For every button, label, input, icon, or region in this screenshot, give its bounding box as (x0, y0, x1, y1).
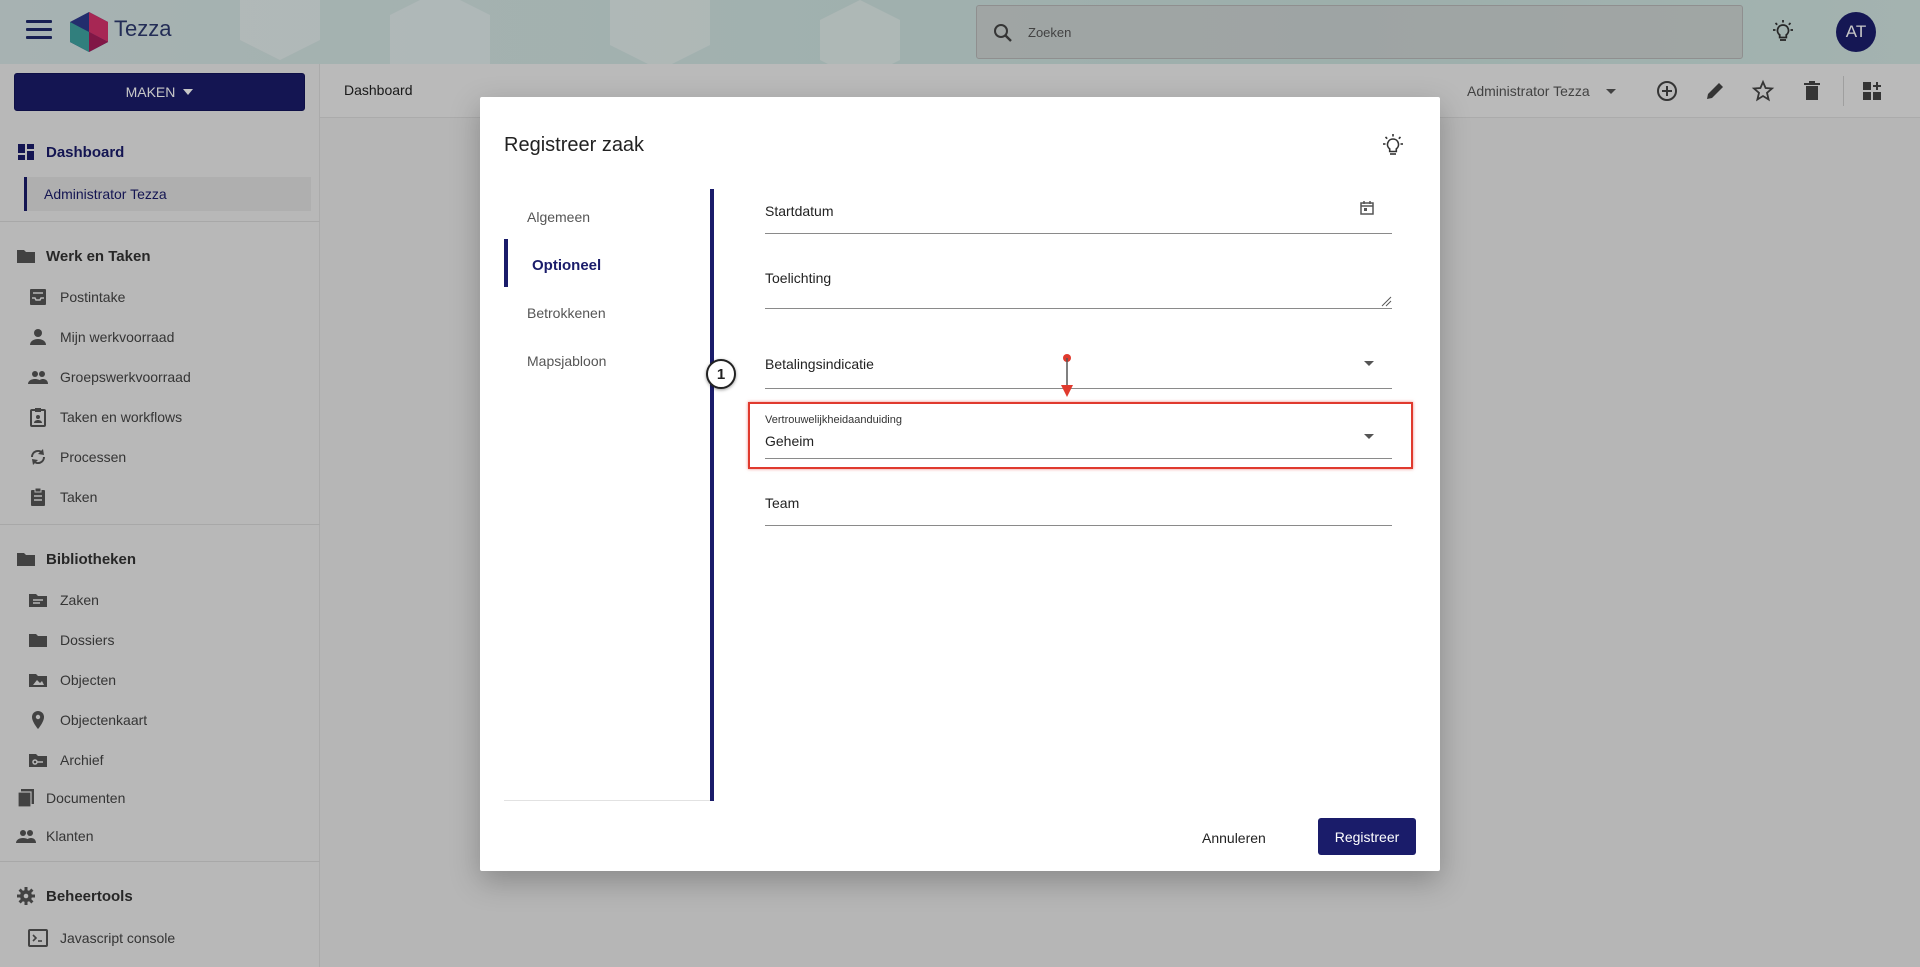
annotation-marker: 1 (706, 359, 736, 389)
team-select[interactable]: Team (765, 479, 1392, 526)
resize-handle-icon[interactable] (1380, 295, 1392, 307)
chevron-down-icon (1364, 361, 1374, 366)
lightbulb-icon[interactable] (1380, 133, 1406, 159)
team-label: Team (765, 495, 800, 511)
toelichting-textarea[interactable]: Toelichting (765, 255, 1392, 309)
betalingsindicatie-select[interactable]: Betalingsindicatie (765, 334, 1392, 389)
startdatum-label: Startdatum (765, 203, 834, 219)
betalingsindicatie-label: Betalingsindicatie (765, 356, 874, 372)
step-algemeen[interactable]: Algemeen (527, 209, 590, 225)
stepper-rail (710, 189, 714, 801)
step-betrokkenen[interactable]: Betrokkenen (527, 305, 606, 321)
startdatum-field[interactable]: Startdatum (765, 189, 1392, 234)
register-case-dialog: Registreer zaak Algemeen Optioneel Betro… (480, 97, 1440, 871)
calendar-icon[interactable] (1359, 200, 1375, 216)
highlight-box (748, 402, 1413, 469)
annotation-arrow (1061, 354, 1073, 397)
cancel-button[interactable]: Annuleren (1202, 830, 1266, 846)
step-optioneel[interactable]: Optioneel (532, 257, 601, 274)
step-mapsjabloon[interactable]: Mapsjabloon (527, 353, 606, 369)
toelichting-label: Toelichting (765, 270, 832, 286)
stepper: Algemeen Optioneel Betrokkenen Mapsjablo… (504, 189, 714, 801)
dialog-title: Registreer zaak (504, 134, 645, 156)
register-button[interactable]: Registreer (1318, 818, 1416, 855)
active-step-indicator (504, 239, 508, 287)
